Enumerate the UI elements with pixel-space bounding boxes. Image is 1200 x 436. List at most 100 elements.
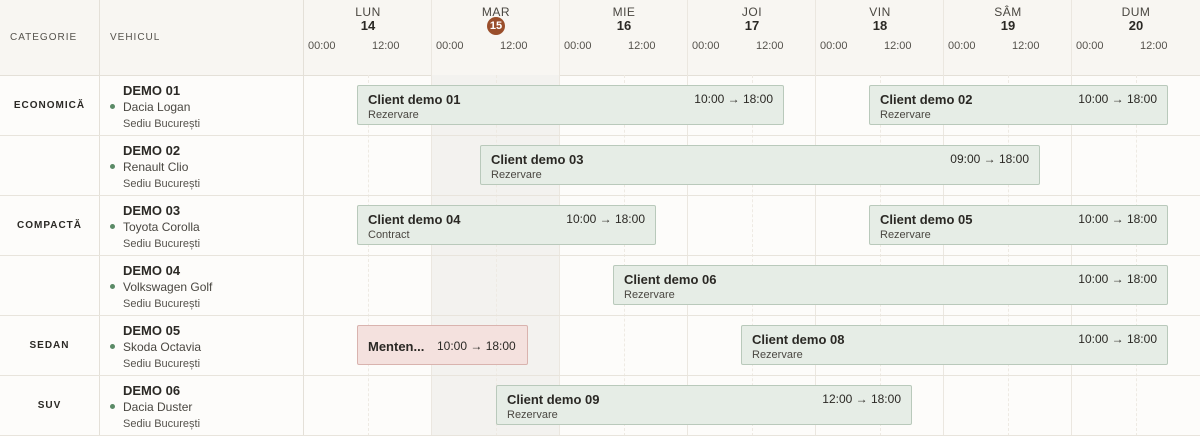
day-header-today[interactable]: MAR 15	[432, 0, 560, 75]
day-header[interactable]: LUN 14	[304, 0, 432, 75]
day-header[interactable]: JOI 17	[688, 0, 816, 75]
hour-label: 12:00	[372, 40, 400, 52]
booking-client: Client demo 02	[880, 92, 973, 107]
vehicle-code: DEMO 02	[123, 143, 181, 158]
booking-client: Client demo 09	[507, 392, 600, 407]
booking-client: Client demo 04	[368, 212, 461, 227]
hour-label: 00:00	[820, 40, 848, 52]
day-name: VIN	[869, 5, 891, 19]
vehicle-code: DEMO 03	[123, 203, 181, 218]
vehicle-model: Renault Clio	[123, 160, 189, 174]
booking-time: 10:00 → 18:00	[1078, 92, 1157, 106]
hour-label: 12:00	[1140, 40, 1168, 52]
day-header[interactable]: SÂM 19	[944, 0, 1072, 75]
hour-label: 00:00	[564, 40, 592, 52]
vehicle-location: Sediu București	[123, 358, 201, 370]
vehicle-model: Toyota Corolla	[123, 220, 200, 234]
vehicle-model: Skoda Octavia	[123, 340, 202, 354]
booking-block[interactable]: Client demo 06 10:00 → 18:00 Rezervare	[613, 265, 1168, 305]
vehicle-code: DEMO 06	[123, 383, 181, 398]
vehicle-model: Volkswagen Golf	[123, 280, 213, 294]
booking-status: Rezervare	[507, 409, 558, 421]
hour-label: 12:00	[884, 40, 912, 52]
vehicle-row[interactable]: DEMO 01 Dacia Logan Sediu București	[110, 76, 300, 136]
status-dot-icon	[110, 404, 115, 409]
booking-time: 10:00 → 18:00	[437, 339, 516, 353]
timeline-calendar: CATEGORIE VEHICUL LUN 14 MAR 15 MIE 16 J…	[0, 0, 1200, 436]
booking-time: 10:00 → 18:00	[1078, 332, 1157, 346]
booking-block[interactable]: Client demo 04 10:00 → 18:00 Contract	[357, 205, 656, 245]
maintenance-label: Menten...	[368, 339, 425, 354]
booking-status: Rezervare	[624, 289, 675, 301]
vehicle-column-header: VEHICUL	[110, 32, 161, 43]
status-dot-icon	[110, 104, 115, 109]
hour-label: 00:00	[948, 40, 976, 52]
booking-time: 10:00 → 18:00	[566, 212, 645, 226]
vehicle-model: Dacia Duster	[123, 400, 193, 414]
booking-client: Client demo 08	[752, 332, 845, 347]
booking-status: Contract	[368, 229, 410, 241]
day-number: 17	[744, 18, 760, 33]
hour-label: 00:00	[308, 40, 336, 52]
maintenance-block[interactable]: Menten... 10:00 → 18:00	[357, 325, 528, 365]
day-header[interactable]: VIN 18	[816, 0, 944, 75]
booking-status: Rezervare	[880, 229, 931, 241]
vehicle-row[interactable]: DEMO 03 Toyota Corolla Sediu București	[110, 196, 300, 256]
booking-client: Client demo 06	[624, 272, 717, 287]
vehicle-row[interactable]: DEMO 04 Volkswagen Golf Sediu București	[110, 256, 300, 316]
vehicle-location: Sediu București	[123, 418, 201, 430]
booking-time: 10:00 → 18:00	[1078, 272, 1157, 286]
booking-block[interactable]: Client demo 02 10:00 → 18:00 Rezervare	[869, 85, 1168, 125]
booking-block[interactable]: Client demo 05 10:00 → 18:00 Rezervare	[869, 205, 1168, 245]
day-number: 19	[1000, 18, 1016, 33]
vehicle-code: DEMO 04	[123, 263, 181, 278]
vehicle-code: DEMO 05	[123, 323, 181, 338]
status-dot-icon	[110, 164, 115, 169]
hour-label: 12:00	[500, 40, 528, 52]
day-number: 20	[1128, 18, 1144, 33]
hour-label: 12:00	[628, 40, 656, 52]
day-gridline	[815, 0, 816, 436]
hour-label: 00:00	[1076, 40, 1104, 52]
vehicle-location: Sediu București	[123, 238, 201, 250]
booking-block[interactable]: Client demo 08 10:00 → 18:00 Rezervare	[741, 325, 1168, 365]
category-label-suv: SUV	[37, 400, 62, 411]
booking-status: Rezervare	[752, 349, 803, 361]
vehicle-row[interactable]: DEMO 06 Dacia Duster Sediu București	[110, 376, 300, 436]
hour-label: 00:00	[692, 40, 720, 52]
booking-status: Rezervare	[491, 169, 542, 181]
vehicle-row[interactable]: DEMO 02 Renault Clio Sediu București	[110, 136, 300, 196]
day-header[interactable]: MIE 16	[560, 0, 688, 75]
vehicle-location: Sediu București	[123, 118, 201, 130]
day-name: MIE	[612, 5, 636, 19]
hour-label: 00:00	[436, 40, 464, 52]
day-number: 18	[872, 18, 888, 33]
day-number: 14	[360, 18, 376, 33]
vehicle-model: Dacia Logan	[123, 100, 191, 114]
booking-block[interactable]: Client demo 01 10:00 → 18:00 Rezervare	[357, 85, 784, 125]
vehicle-location: Sediu București	[123, 298, 201, 310]
booking-block[interactable]: Client demo 09 12:00 → 18:00 Rezervare	[496, 385, 912, 425]
day-number: 16	[616, 18, 632, 33]
day-header[interactable]: DUM 20	[1072, 0, 1200, 75]
booking-time: 10:00 → 18:00	[1078, 212, 1157, 226]
category-label-sedan: SEDAN	[29, 340, 70, 351]
hour-label: 12:00	[756, 40, 784, 52]
day-gridline	[687, 0, 688, 436]
status-dot-icon	[110, 344, 115, 349]
booking-client: Client demo 05	[880, 212, 973, 227]
booking-status: Rezervare	[880, 109, 931, 121]
vehicle-row[interactable]: DEMO 05 Skoda Octavia Sediu București	[110, 316, 300, 376]
booking-client: Client demo 01	[368, 92, 461, 107]
booking-block[interactable]: Client demo 03 09:00 → 18:00 Rezervare	[480, 145, 1040, 185]
booking-time: 09:00 → 18:00	[950, 152, 1029, 166]
day-name: JOI	[741, 5, 763, 19]
booking-time: 10:00 → 18:00	[694, 92, 773, 106]
day-name: SÂM	[994, 5, 1022, 19]
category-label-economica: ECONOMICĂ	[13, 100, 86, 111]
today-badge: 15	[487, 17, 505, 35]
vehicle-location: Sediu București	[123, 178, 201, 190]
category-column-header: CATEGORIE	[10, 32, 78, 43]
vehicle-code: DEMO 01	[123, 83, 181, 98]
booking-client: Client demo 03	[491, 152, 584, 167]
